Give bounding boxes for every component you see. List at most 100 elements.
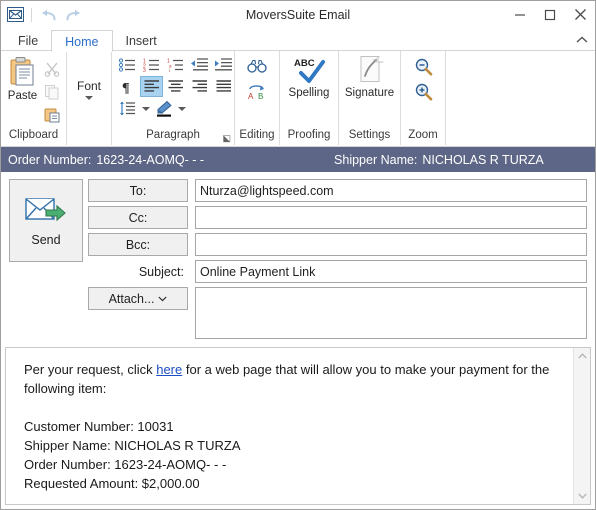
- send-envelope-icon: [25, 197, 66, 221]
- body-vertical-scrollbar[interactable]: [573, 348, 590, 504]
- justify-button[interactable]: [212, 76, 235, 97]
- spelling-label: Spelling: [288, 87, 330, 99]
- group-label-settings: Settings: [348, 129, 391, 141]
- zoom-in-icon: [415, 83, 432, 100]
- attach-row: Attach...: [88, 287, 587, 339]
- body-detail-shipper-name: Shipper Name: NICHOLAS R TURZA: [24, 438, 241, 453]
- payment-link[interactable]: here: [156, 362, 182, 377]
- signature-label: Signature: [344, 87, 395, 99]
- signature-button[interactable]: Signature: [339, 51, 400, 99]
- scroll-up-arrow-icon[interactable]: [574, 348, 591, 364]
- decrease-indent-icon: [191, 57, 208, 70]
- message-body-area: Per your request, click here for a web p…: [5, 347, 591, 505]
- to-button[interactable]: To:: [88, 179, 188, 202]
- copy-icon: [45, 84, 59, 99]
- replace-ab-icon: A B: [248, 85, 264, 100]
- paste-label: Paste: [7, 90, 38, 102]
- ribbon-filler: [446, 51, 595, 145]
- shading-button[interactable]: [152, 98, 175, 119]
- tab-file[interactable]: File: [5, 30, 51, 52]
- bcc-button[interactable]: Bcc:: [88, 233, 188, 256]
- replace-button[interactable]: A B: [246, 81, 268, 102]
- justify-icon: [216, 80, 231, 92]
- group-label-clipboard: Clipboard: [8, 129, 59, 141]
- paragraph-dialog-launcher[interactable]: ⬕: [222, 134, 231, 143]
- tab-insert[interactable]: Insert: [113, 30, 170, 52]
- svg-text:¶: ¶: [122, 81, 130, 94]
- minimize-button[interactable]: [505, 1, 535, 28]
- binoculars-find-icon: [247, 59, 267, 73]
- zoom-out-button[interactable]: [412, 56, 434, 77]
- spelling-button[interactable]: ABC Spelling: [280, 51, 338, 99]
- align-left-icon: [144, 80, 159, 92]
- paste-button[interactable]: Paste: [4, 55, 41, 102]
- undo-button[interactable]: [39, 5, 59, 25]
- send-button[interactable]: Send: [9, 179, 83, 262]
- align-right-icon: [192, 80, 207, 92]
- cc-row: Cc:: [88, 206, 587, 229]
- shading-chevron-down-icon[interactable]: [176, 98, 187, 119]
- body-detail-requested-amount: Requested Amount: $2,000.00: [24, 476, 200, 491]
- close-button[interactable]: [565, 1, 595, 28]
- attachments-box[interactable]: [195, 287, 587, 339]
- svg-text:A: A: [248, 92, 254, 100]
- cc-input[interactable]: [195, 206, 587, 229]
- message-body-editor[interactable]: Per your request, click here for a web p…: [6, 348, 573, 504]
- font-dropdown[interactable]: Font: [77, 79, 101, 100]
- numbering-button[interactable]: 1 2 3: [140, 54, 163, 75]
- paste-icon: [10, 57, 33, 86]
- send-label: Send: [31, 232, 61, 247]
- subject-input[interactable]: Online Payment Link: [195, 260, 587, 283]
- ribbon-tab-strip: File Home Insert: [1, 28, 595, 52]
- order-number-value: 1623-24-AOMQ- - -: [96, 152, 205, 167]
- align-center-button[interactable]: [164, 76, 187, 97]
- group-label-zoom: Zoom: [408, 129, 438, 141]
- attach-dropdown-button[interactable]: Attach...: [88, 287, 188, 310]
- cut-button[interactable]: [41, 58, 63, 79]
- qat-separator: [31, 7, 32, 22]
- svg-text:i: i: [169, 68, 170, 72]
- find-button[interactable]: [246, 56, 268, 77]
- scissors-icon: [44, 62, 60, 77]
- collapse-ribbon-button[interactable]: [569, 29, 595, 51]
- body-intro-before-link: Per your request, click: [24, 362, 157, 377]
- signature-pen-icon: [360, 56, 383, 82]
- cc-button[interactable]: Cc:: [88, 206, 188, 229]
- svg-text:3: 3: [143, 68, 146, 72]
- increase-indent-button[interactable]: [212, 54, 235, 75]
- ribbon-group-zoom: Zoom: [401, 51, 446, 145]
- tab-home[interactable]: Home: [51, 30, 113, 52]
- zoom-out-icon: [415, 58, 432, 75]
- shading-icon: [156, 100, 172, 117]
- email-compose-window: MoversSuite Email File Home Insert Paste…: [0, 0, 596, 510]
- ribbon-group-paragraph: 1 2 3 1 a i ¶ Paragraph ⬕: [112, 51, 235, 145]
- to-input[interactable]: Nturza@lightspeed.com: [195, 179, 587, 202]
- body-detail-order-number: Order Number: 1623-24-AOMQ- - -: [24, 457, 227, 472]
- zoom-in-button[interactable]: [412, 81, 434, 102]
- bullet-list-icon: [119, 57, 135, 72]
- ribbon-group-clipboard: Paste Clipboard: [1, 51, 67, 145]
- maximize-button[interactable]: [535, 1, 565, 28]
- line-spacing-chevron-down-icon[interactable]: [140, 98, 151, 119]
- format-painter-button[interactable]: [41, 104, 63, 125]
- group-label-paragraph-text: Paragraph: [146, 129, 200, 141]
- spelling-check-icon: ABC: [294, 58, 325, 83]
- body-detail-customer-number: Customer Number: 10031: [24, 419, 174, 434]
- envelope-icon[interactable]: [7, 7, 24, 22]
- line-spacing-button[interactable]: [116, 98, 139, 119]
- bcc-input[interactable]: [195, 233, 587, 256]
- quick-access-toolbar: [1, 5, 82, 25]
- align-left-button[interactable]: [140, 76, 163, 97]
- redo-button[interactable]: [62, 5, 82, 25]
- group-label-proofing: Proofing: [287, 129, 331, 141]
- decrease-indent-button[interactable]: [188, 54, 211, 75]
- align-right-button[interactable]: [188, 76, 211, 97]
- multilevel-list-icon: 1 a i: [167, 58, 183, 72]
- svg-text:ABC: ABC: [294, 58, 315, 69]
- multilevel-list-button[interactable]: 1 a i: [164, 54, 187, 75]
- copy-button[interactable]: [41, 81, 63, 102]
- show-formatting-marks-button[interactable]: ¶: [116, 76, 139, 97]
- scroll-down-arrow-icon[interactable]: [574, 488, 591, 504]
- align-center-icon: [168, 80, 183, 92]
- bullets-button[interactable]: [116, 54, 139, 75]
